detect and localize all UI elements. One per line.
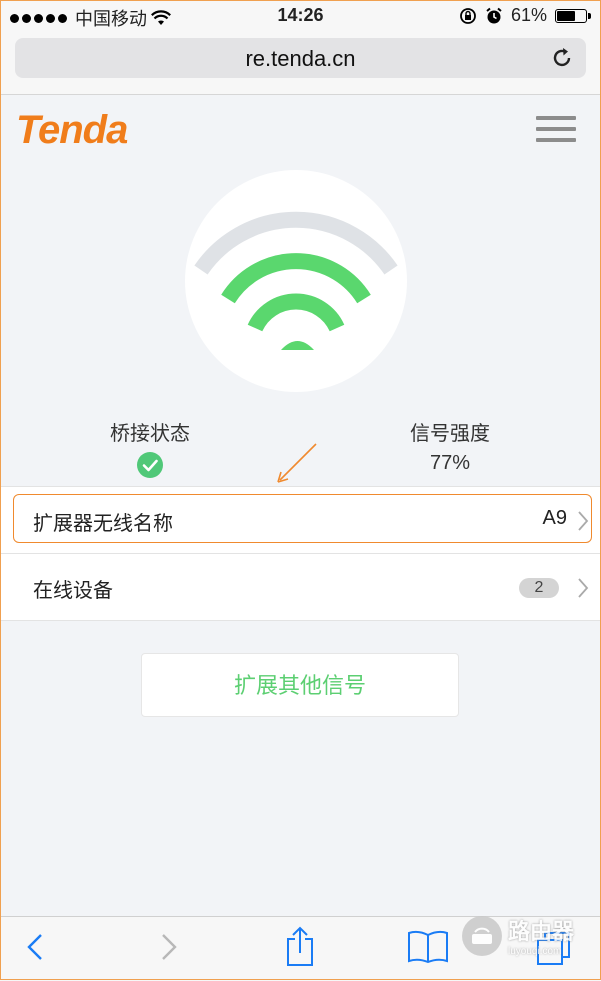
online-devices-label: 在线设备 — [33, 580, 113, 602]
tenda-logo: Tenda — [16, 108, 128, 152]
online-devices-count-badge: 2 — [519, 578, 559, 598]
orientation-lock-icon — [460, 7, 476, 24]
back-icon[interactable] — [24, 929, 46, 965]
forward-icon[interactable] — [158, 929, 180, 965]
signal-strength-label: 信号强度 — [410, 423, 490, 445]
watermark: 路由器 luyouqi.com — [462, 914, 574, 957]
status-bar: 中国移动 14:26 61% — [0, 0, 601, 32]
status-right-group: 61% — [459, 5, 591, 26]
watermark-sub: luyouqi.com — [508, 946, 562, 957]
watermark-text: 路由器 — [508, 919, 575, 944]
signal-strength-graphic — [185, 170, 407, 392]
reload-icon[interactable] — [550, 46, 574, 70]
bridge-status: 桥接状态 — [50, 417, 250, 478]
menu-icon[interactable] — [536, 116, 576, 149]
battery-percent: 61% — [510, 5, 547, 25]
signal-strength: 信号强度 77% — [350, 417, 550, 475]
bridge-status-label: 桥接状态 — [110, 423, 190, 445]
extend-other-signal-button[interactable]: 扩展其他信号 — [141, 653, 459, 717]
address-bar[interactable]: re.tenda.cn — [15, 38, 586, 78]
address-url[interactable]: re.tenda.cn — [15, 46, 586, 72]
annotation-arrow-icon — [277, 443, 317, 483]
share-icon[interactable] — [284, 925, 316, 967]
check-icon — [137, 452, 163, 478]
battery-icon — [555, 8, 591, 23]
annotation-highlight-box — [13, 494, 592, 543]
alarm-icon — [486, 7, 502, 23]
router-logo-icon — [462, 915, 502, 956]
chevron-right-icon — [578, 578, 589, 598]
bookmarks-icon[interactable] — [406, 929, 450, 965]
signal-strength-value: 77% — [429, 452, 471, 474]
wifi-strength-icon — [194, 211, 398, 350]
online-devices-row[interactable]: 在线设备 2 — [0, 554, 601, 621]
browser-address-area: re.tenda.cn — [0, 32, 601, 95]
